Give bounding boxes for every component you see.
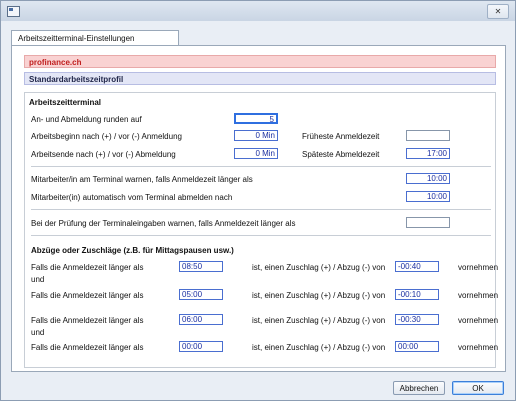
separator — [31, 209, 491, 210]
profile-banner: Standardarbeitszeitprofil — [24, 72, 496, 85]
end-offset-input[interactable]: 0 Min — [234, 148, 278, 159]
conjunction-label: und — [31, 328, 45, 337]
adjustment-suffix-label: vornehmen — [458, 343, 499, 352]
adjustment-suffix-label: vornehmen — [458, 291, 499, 300]
close-button[interactable]: ✕ — [487, 4, 509, 19]
company-banner: profinance.ch — [24, 55, 496, 68]
adjustment-amount-input[interactable]: -00:30 — [395, 314, 439, 325]
round-label: An- und Abmeldung runden auf — [31, 115, 142, 124]
adjustment-prefix-label: Falls die Anmeldezeit länger als — [31, 316, 144, 325]
latest-logout-label: Späteste Abmeldezeit — [302, 150, 380, 159]
title-bar: ✕ — [1, 1, 515, 21]
adjustment-amount-input[interactable]: -00:10 — [395, 289, 439, 300]
round-input[interactable]: 5 — [234, 113, 278, 124]
separator — [31, 166, 491, 167]
conjunction-label: und — [31, 275, 45, 284]
separator — [31, 235, 491, 236]
tab-arbeitszeitterminal-einstellungen[interactable]: Arbeitszeitterminal-Einstellungen — [11, 30, 179, 45]
ok-button[interactable]: OK — [452, 381, 504, 395]
tab-panel: profinance.ch Standardarbeitszeitprofil … — [11, 45, 506, 372]
adjustment-suffix-label: vornehmen — [458, 316, 499, 325]
adjustment-middle-label: ist, einen Zuschlag (+) / Abzug (-) von — [252, 316, 386, 325]
terminal-settings-group: Arbeitszeitterminal An- und Abmeldung ru… — [24, 92, 499, 368]
adjustment-middle-label: ist, einen Zuschlag (+) / Abzug (-) von — [252, 291, 386, 300]
adjustment-middle-label: ist, einen Zuschlag (+) / Abzug (-) von — [252, 263, 386, 272]
adjustment-middle-label: ist, einen Zuschlag (+) / Abzug (-) von — [252, 343, 386, 352]
terminal-heading: Arbeitszeitterminal — [29, 98, 102, 107]
adjustments-heading: Abzüge oder Zuschläge (z.B. für Mittagsp… — [31, 246, 234, 255]
adjustment-prefix-label: Falls die Anmeldezeit länger als — [31, 343, 144, 352]
settings-window: ✕ Arbeitszeitterminal-Einstellungen prof… — [0, 0, 516, 401]
auto-logout-label: Mitarbeiter(in) automatisch vom Terminal… — [31, 193, 233, 202]
auto-logout-input[interactable]: 10:00 — [406, 191, 450, 202]
start-offset-input[interactable]: 0 Min — [234, 130, 278, 141]
start-offset-label: Arbeitsbeginn nach (+) / vor (-) Anmeldu… — [31, 132, 182, 141]
check-warn-label: Bei der Prüfung der Terminaleingaben war… — [31, 219, 296, 228]
window-app-icon — [7, 6, 20, 17]
adjustment-time-input[interactable]: 00:00 — [179, 341, 223, 352]
earliest-login-input[interactable] — [406, 130, 450, 141]
end-offset-label: Arbeitsende nach (+) / vor (-) Abmeldung — [31, 150, 176, 159]
adjustment-amount-input[interactable]: -00:40 — [395, 261, 439, 272]
latest-logout-input[interactable]: 17:00 — [406, 148, 450, 159]
warn-terminal-label: Mitarbeiter/in am Terminal warnen, falls… — [31, 175, 253, 184]
warn-terminal-input[interactable]: 10:00 — [406, 173, 450, 184]
check-warn-input[interactable] — [406, 217, 450, 228]
adjustment-amount-input[interactable]: 00:00 — [395, 341, 439, 352]
adjustment-time-input[interactable]: 05:00 — [179, 289, 223, 300]
adjustment-prefix-label: Falls die Anmeldezeit länger als — [31, 263, 144, 272]
adjustment-time-input[interactable]: 06:00 — [179, 314, 223, 325]
adjustment-suffix-label: vornehmen — [458, 263, 499, 272]
adjustment-time-input[interactable]: 08:50 — [179, 261, 223, 272]
adjustment-prefix-label: Falls die Anmeldezeit länger als — [31, 291, 144, 300]
earliest-login-label: Früheste Anmeldezeit — [302, 132, 380, 141]
cancel-button[interactable]: Abbrechen — [393, 381, 445, 395]
